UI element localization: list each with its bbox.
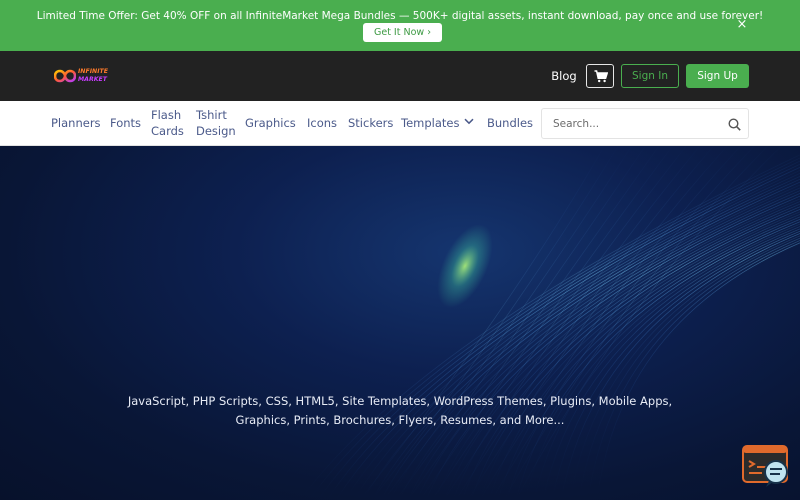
- cart-button[interactable]: [586, 64, 614, 88]
- chat-support-button[interactable]: [742, 444, 792, 490]
- search-icon[interactable]: [728, 118, 741, 131]
- logo[interactable]: INFINITE MARKET: [54, 67, 124, 87]
- nav-item-templates[interactable]: Templates: [401, 115, 459, 131]
- nav-item-planners[interactable]: Planners: [51, 115, 101, 131]
- infinity-logo-icon: [54, 69, 76, 83]
- chevron-down-icon[interactable]: [464, 118, 474, 125]
- promo-text: Limited Time Offer: Get 40% OFF on all I…: [36, 10, 764, 22]
- hero-description: JavaScript, PHP Scripts, CSS, HTML5, Sit…: [120, 392, 680, 430]
- nav-item-fonts[interactable]: Fonts: [110, 115, 141, 131]
- nav-item-tshirt-design-line2: Design: [196, 124, 236, 138]
- category-nav: Planners Fonts Flash Cards Tshirt Design…: [0, 101, 800, 146]
- hero-line-1: JavaScript, PHP Scripts, CSS, HTML5, Sit…: [127, 394, 673, 408]
- site-header: INFINITE MARKET Blog Sign In Sign Up: [0, 51, 800, 101]
- hero-light-beams: [299, 146, 800, 500]
- sign-up-button[interactable]: Sign Up: [686, 64, 749, 88]
- logo-text: INFINITE MARKET: [78, 68, 108, 83]
- nav-item-flash-cards-line2: Cards: [151, 124, 184, 138]
- sign-in-button[interactable]: Sign In: [621, 64, 679, 88]
- nav-item-flash-cards-line1: Flash: [151, 108, 182, 122]
- shopping-cart-icon: [594, 70, 608, 83]
- promo-banner: Limited Time Offer: Get 40% OFF on all I…: [0, 0, 800, 51]
- nav-item-graphics[interactable]: Graphics: [245, 115, 296, 131]
- blog-link[interactable]: Blog: [546, 67, 582, 85]
- search-box: [541, 108, 749, 139]
- nav-item-tshirt-design-line1: Tshirt: [196, 108, 227, 122]
- nav-item-icons[interactable]: Icons: [307, 115, 337, 131]
- nav-item-flash-cards[interactable]: Flash Cards: [151, 107, 184, 139]
- nav-item-bundles[interactable]: Bundles: [487, 115, 533, 131]
- hero-line-2: Graphics, Prints, Brochures, Flyers, Res…: [235, 413, 565, 427]
- nav-item-tshirt-design[interactable]: Tshirt Design: [196, 107, 236, 139]
- close-banner-button[interactable]: ×: [734, 16, 750, 34]
- hero-section: JavaScript, PHP Scripts, CSS, HTML5, Sit…: [0, 146, 800, 500]
- chat-support-icon: [742, 445, 788, 487]
- search-input[interactable]: [553, 116, 713, 132]
- get-it-now-button[interactable]: Get It Now ›: [363, 23, 442, 42]
- nav-item-stickers[interactable]: Stickers: [348, 115, 393, 131]
